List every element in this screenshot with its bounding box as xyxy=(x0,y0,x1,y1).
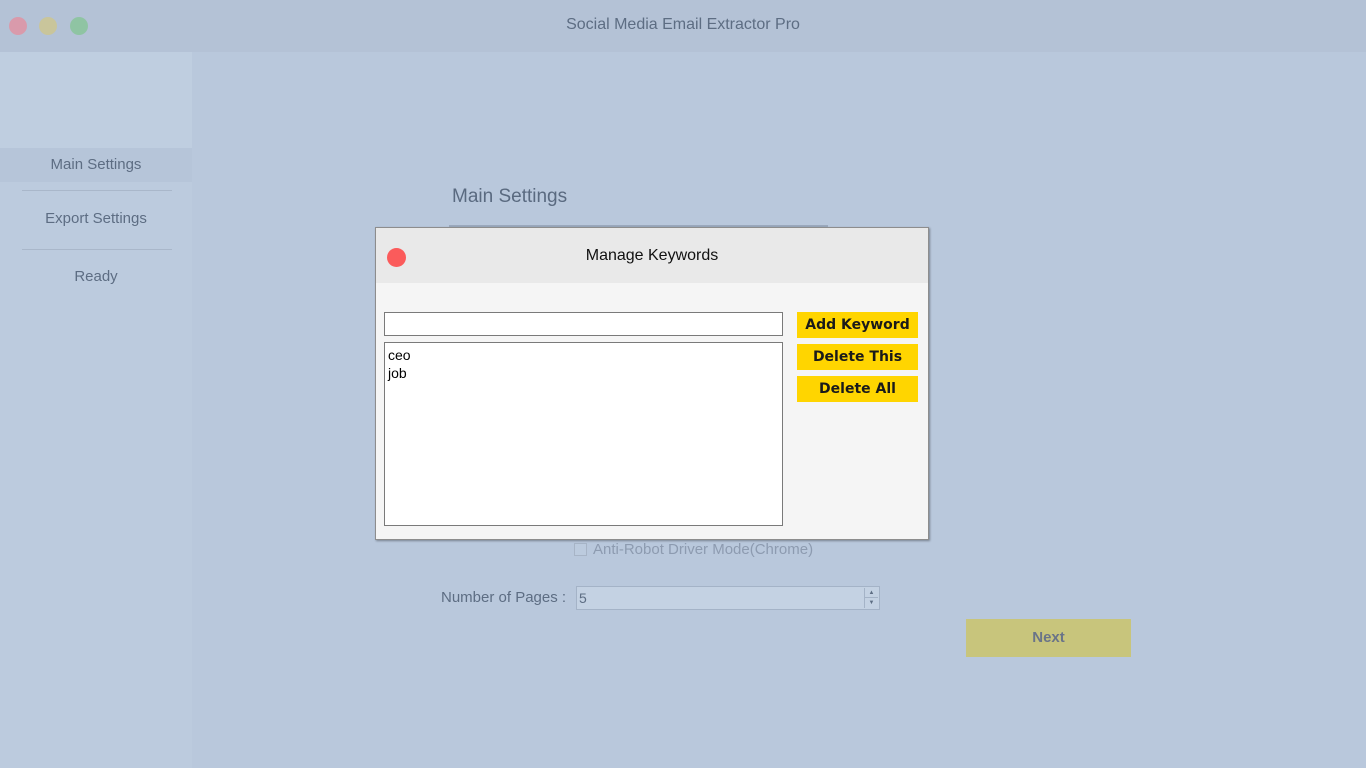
anti-robot-label: Anti-Robot Driver Mode(Chrome) xyxy=(593,540,814,558)
dialog-header: Manage Keywords xyxy=(376,228,928,283)
spin-down-icon[interactable]: ▼ xyxy=(865,598,878,608)
list-item[interactable]: ceo xyxy=(388,346,782,364)
pages-value: 5 xyxy=(579,590,587,606)
next-button[interactable]: Next xyxy=(966,619,1131,657)
pages-spinner: ▲ ▼ xyxy=(864,588,878,608)
anti-robot-option[interactable]: Anti-Robot Driver Mode(Chrome) xyxy=(574,540,813,558)
pages-stepper[interactable]: 5 ▲ ▼ xyxy=(576,586,880,610)
page-title: Main Settings xyxy=(452,186,568,207)
manage-keywords-dialog: Manage Keywords ceo job Add Keyword Dele… xyxy=(375,227,929,540)
sidebar: Main Settings Export Settings Ready xyxy=(0,52,192,768)
sidebar-divider xyxy=(22,190,172,191)
title-bar: Social Media Email Extractor Pro xyxy=(0,0,1366,52)
app-title: Social Media Email Extractor Pro xyxy=(566,16,800,33)
list-item[interactable]: job xyxy=(388,364,782,382)
add-keyword-button[interactable]: Add Keyword xyxy=(797,312,918,338)
delete-this-button[interactable]: Delete This xyxy=(797,344,918,370)
sidebar-item-ready[interactable]: Ready xyxy=(0,260,192,294)
keyword-input[interactable] xyxy=(384,312,783,336)
anti-robot-checkbox[interactable] xyxy=(574,542,587,556)
pages-label: Number of Pages : xyxy=(441,589,567,606)
keyword-list[interactable]: ceo job xyxy=(384,342,783,526)
delete-all-button[interactable]: Delete All xyxy=(797,376,918,402)
sidebar-divider xyxy=(22,249,172,250)
spin-up-icon[interactable]: ▲ xyxy=(865,588,878,598)
dialog-title: Manage Keywords xyxy=(585,247,719,264)
sidebar-item-export-settings[interactable]: Export Settings xyxy=(0,202,192,236)
sidebar-item-main-settings[interactable]: Main Settings xyxy=(0,148,192,182)
sidebar-logo-area xyxy=(0,52,192,148)
